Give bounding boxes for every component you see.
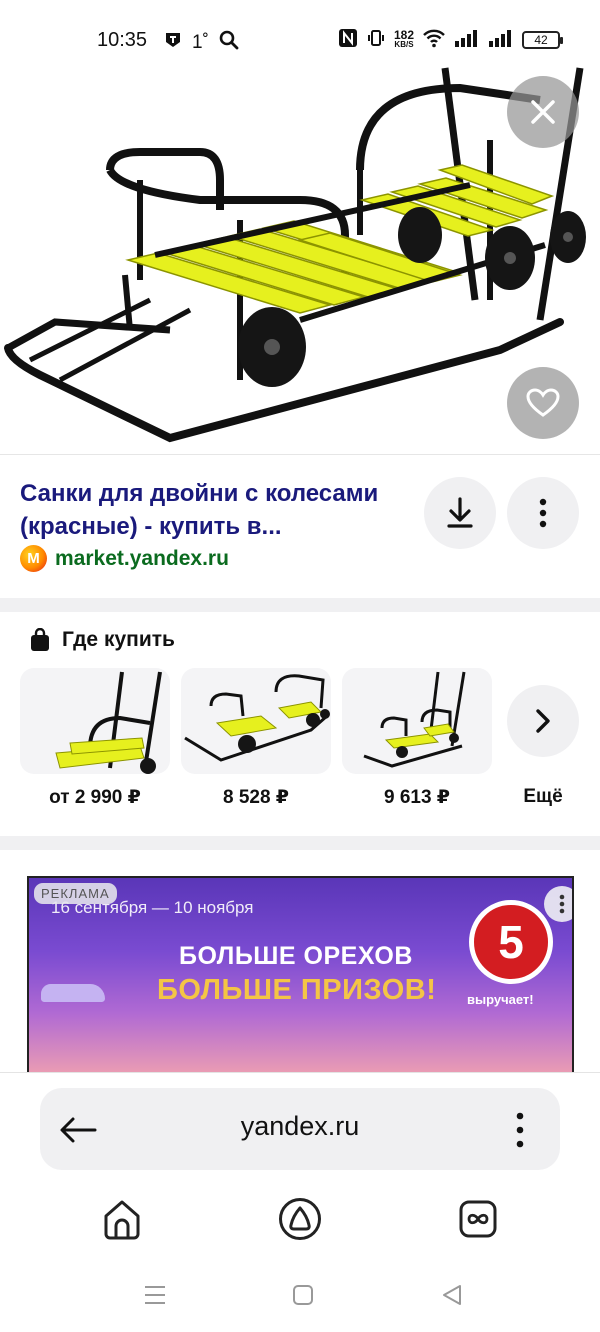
more-vertical-icon <box>516 1112 524 1148</box>
nfc-icon <box>338 28 358 51</box>
status-right-icons: 182 KB/S 42 <box>338 27 563 51</box>
cloud-decoration <box>41 984 105 1002</box>
ad-headline: БОЛЬШЕ ОРЕХОВ <box>179 942 413 970</box>
offer-image <box>363 671 466 768</box>
ad-slogan: выручает! <box>467 992 534 1007</box>
offer-price[interactable]: 8 528 ₽ <box>181 786 331 809</box>
more-vertical-icon <box>539 498 547 528</box>
download-icon <box>447 497 473 528</box>
offer-price[interactable]: 9 613 ₽ <box>342 786 492 809</box>
pyaterochka-logo: 5 <box>469 900 553 984</box>
shopping-bag-icon <box>31 628 49 651</box>
tabs-icon <box>459 1200 497 1238</box>
alice-button[interactable] <box>277 1196 323 1242</box>
ad-badge: РЕКЛАМА <box>34 883 117 904</box>
ad-headline: БОЛЬШЕ ПРИЗОВ! <box>157 974 437 1006</box>
browser-menu-button[interactable] <box>500 1108 540 1152</box>
download-button[interactable] <box>424 477 496 549</box>
signal-icon <box>454 29 480 50</box>
favorite-button[interactable] <box>507 367 579 439</box>
close-icon <box>531 100 555 124</box>
source-row[interactable]: М market.yandex.ru <box>20 545 229 572</box>
heart-icon <box>526 388 560 417</box>
wifi-icon <box>422 28 446 51</box>
market-logo-icon: М <box>20 545 47 572</box>
ad-banner[interactable]: 16 сентября — 10 ноября РЕКЛАМА БОЛЬШЕ О… <box>27 876 574 1074</box>
where-to-buy-title: Где купить <box>62 628 175 651</box>
tabs-button[interactable] <box>455 1196 501 1242</box>
more-options-button[interactable] <box>507 477 579 549</box>
close-button[interactable] <box>507 76 579 148</box>
vibrate-icon <box>366 28 386 51</box>
back-button[interactable] <box>58 1110 98 1150</box>
ad-menu-button[interactable] <box>544 886 572 922</box>
product-image[interactable] <box>0 60 600 455</box>
home-button[interactable] <box>99 1196 145 1242</box>
offer-image <box>55 671 162 774</box>
where-to-buy-header: Где купить <box>30 628 175 652</box>
menu-icon <box>145 1286 165 1304</box>
back-nav-button[interactable] <box>437 1280 467 1310</box>
home-nav-button[interactable] <box>288 1280 318 1310</box>
signal-icon <box>488 29 514 50</box>
more-offers-label[interactable]: Ещё <box>507 786 579 808</box>
url-text[interactable]: yandex.ru <box>150 1111 450 1142</box>
source-domain: market.yandex.ru <box>55 546 229 570</box>
net-speed: 182 KB/S <box>393 27 414 49</box>
offer-thumbnail[interactable] <box>20 668 170 774</box>
offer-thumbnail[interactable] <box>181 668 331 774</box>
home-icon <box>104 1200 140 1240</box>
offer-price[interactable]: от 2 990 ₽ <box>20 786 170 809</box>
more-offers-button[interactable] <box>507 685 579 757</box>
recent-apps-button[interactable] <box>140 1280 170 1310</box>
triangle-back-icon <box>443 1285 461 1305</box>
temperature: 1˚ <box>192 31 209 53</box>
square-icon <box>293 1285 313 1305</box>
arrow-left-icon <box>60 1117 97 1143</box>
result-title[interactable]: Санки для двойни с колесами (красные) - … <box>20 477 410 543</box>
section-divider <box>0 598 600 612</box>
battery-indicator: 42 <box>522 30 563 49</box>
status-left-icons: 1˚ <box>164 30 239 55</box>
section-divider <box>0 836 600 850</box>
search-icon <box>219 30 239 55</box>
offer-image <box>184 674 330 762</box>
offer-thumbnail[interactable] <box>342 668 492 774</box>
shield-icon <box>164 31 182 54</box>
alice-icon <box>279 1198 321 1240</box>
more-vertical-icon <box>559 894 565 914</box>
chevron-right-icon <box>536 709 550 733</box>
status-time: 10:35 <box>97 29 148 51</box>
